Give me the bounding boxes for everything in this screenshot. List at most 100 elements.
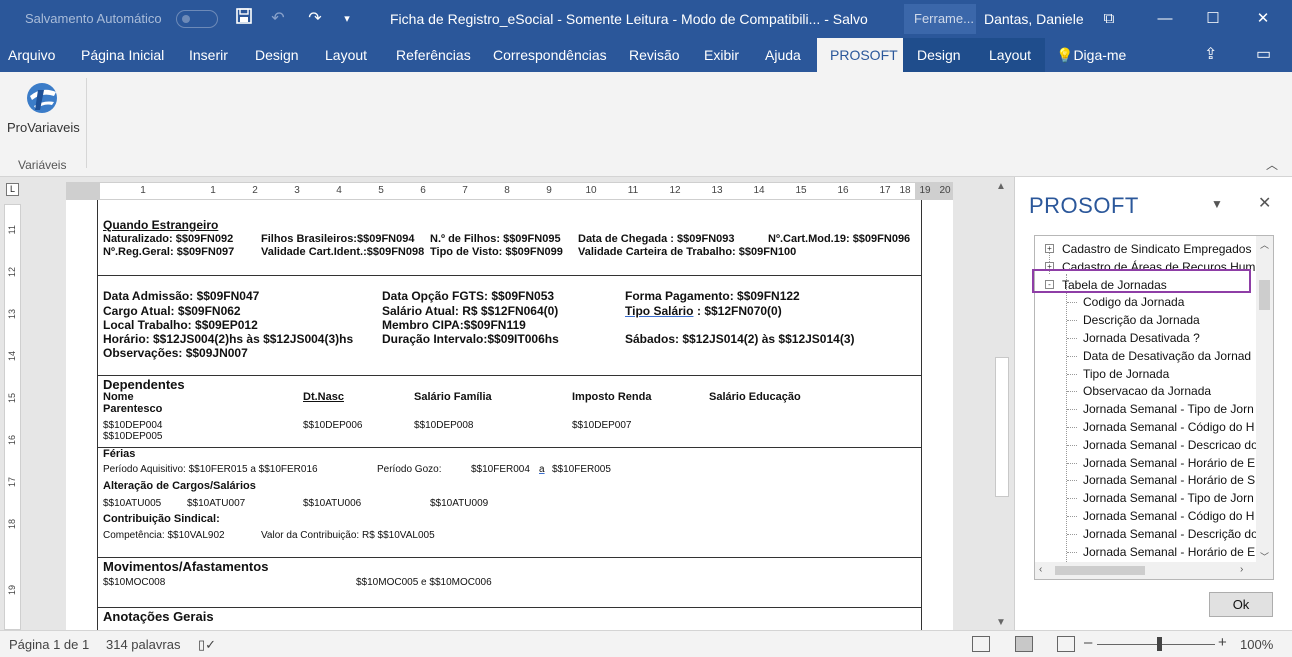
tree-item-label: Jornada Semanal - Tipo de Jorn [1083, 491, 1254, 506]
customize-qat-icon[interactable]: ▾ [336, 8, 358, 30]
ruler-number: 13 [711, 185, 723, 196]
tree-item-label: Jornada Semanal - Horário de E [1083, 544, 1256, 559]
read-mode-icon[interactable] [972, 636, 990, 652]
tab-correspondencias[interactable]: Correspondências [493, 38, 607, 72]
collapse-ribbon-icon[interactable]: ︿ [1266, 156, 1278, 173]
tree-item[interactable]: Jornada Semanal - Tipo de Jorn [1083, 400, 1254, 418]
web-layout-icon[interactable] [1057, 636, 1075, 652]
tree-scroll-up-icon[interactable]: ︿ [1260, 238, 1269, 251]
tree-horizontal-scrollbar[interactable]: ‹ › [1035, 562, 1273, 579]
minimize-button[interactable]: — [1142, 4, 1188, 34]
tree-item[interactable]: Descrição da Jornada [1083, 311, 1200, 329]
field-valor-contribuicao: Valor da Contribuição: R$ $$10VAL005 [261, 530, 435, 541]
field-validade-trab: Validade Carteira de Trabalho: $$09FN100 [578, 246, 797, 258]
zoom-level[interactable]: 100% [1240, 637, 1273, 652]
tree-item[interactable]: Jornada Semanal - Tipo de Jorn [1083, 489, 1254, 507]
tab-revisao[interactable]: Revisão [629, 38, 680, 72]
ruler-number: 2 [252, 185, 258, 196]
ruler-number: 12 [669, 185, 681, 196]
tree-scroll-right-icon[interactable]: › [1240, 564, 1243, 575]
tab-table-design[interactable]: Design [903, 38, 975, 72]
tab-inserir[interactable]: Inserir [189, 38, 228, 72]
tree-line [1067, 551, 1077, 553]
tab-layout[interactable]: Layout [325, 38, 367, 72]
tree-item-label: Jornada Desativada ? [1083, 331, 1200, 345]
tab-ajuda[interactable]: Ajuda [765, 38, 801, 72]
field-reg-geral: Nº.Reg.Geral: $$09FN097 [103, 246, 235, 258]
tree-scroll-left-icon[interactable]: ‹ [1039, 564, 1042, 575]
col-imposto-renda: Imposto Renda [572, 391, 652, 403]
undo-icon[interactable]: ↶ [267, 8, 289, 30]
document-scrollbar[interactable]: ▲ ▼ [991, 177, 1014, 630]
tree-line [1067, 480, 1077, 482]
tree-line [1067, 373, 1077, 375]
tree-item-label: Jornada Semanal - Código do H [1083, 420, 1255, 434]
tab-pagina-inicial[interactable]: Página Inicial [81, 38, 164, 72]
close-button[interactable]: ✕ [1240, 4, 1286, 34]
ok-button[interactable]: Ok [1209, 592, 1273, 617]
maximize-button[interactable]: ☐ [1190, 4, 1236, 34]
tree-scroll-thumb[interactable] [1259, 280, 1270, 310]
tab-table-layout[interactable]: Layout [975, 38, 1046, 72]
tab-referencias[interactable]: Referências [396, 38, 471, 72]
word-count[interactable]: 314 palavras [106, 637, 180, 652]
ruler-number: 12 [7, 267, 17, 278]
title-bar: Salvamento Automático ↶ ↷ ▾ Ficha de Reg… [0, 0, 1292, 38]
horizontal-ruler[interactable]: 1 1 2 3 4 5 6 7 8 9 10 11 12 13 14 15 16… [66, 182, 953, 200]
tree-item[interactable]: Jornada Semanal - Código do H [1083, 418, 1254, 436]
comments-icon[interactable]: ▭ [1256, 38, 1271, 72]
ruler-number: 15 [795, 185, 807, 196]
autosave-toggle[interactable] [176, 10, 218, 28]
alteracao-title: Alteração de Cargos/Salários [103, 480, 256, 492]
tree-item[interactable]: Jornada Semanal - Descricao do [1083, 436, 1258, 454]
zoom-slider-thumb[interactable] [1157, 637, 1162, 651]
page-count[interactable]: Página 1 de 1 [9, 637, 89, 652]
vertical-ruler[interactable]: 11 12 13 14 15 16 17 18 19 [4, 204, 21, 630]
save-icon[interactable] [233, 8, 255, 30]
tree-item[interactable]: Data de Desativação da Jornad [1083, 347, 1251, 365]
redo-icon[interactable]: ↷ [304, 8, 326, 30]
tree-vertical-scrollbar[interactable]: ︿ ﹀ [1256, 236, 1273, 564]
tree-line [1067, 444, 1077, 446]
val-salario-familia: $$10DEP008 [414, 420, 474, 431]
proofing-icon[interactable]: ▯✓ [198, 637, 216, 653]
tree-hscroll-thumb[interactable] [1055, 566, 1145, 575]
tab-exibir[interactable]: Exibir [704, 38, 739, 72]
zoom-in-icon[interactable]: + [1218, 634, 1227, 651]
zoom-slider[interactable] [1097, 644, 1215, 645]
tree-item-label: Observacao da Jornada [1083, 384, 1212, 399]
tree-line [1067, 498, 1077, 500]
scroll-down-icon[interactable]: ▼ [996, 617, 1006, 628]
user-name[interactable]: Dantas, Daniele [984, 11, 1084, 27]
tree-item[interactable]: Codigo da Jornada [1083, 293, 1184, 311]
ruler-number: 7 [462, 185, 468, 196]
tab-selector[interactable]: L [6, 183, 19, 196]
scroll-thumb[interactable] [995, 357, 1009, 497]
tab-design[interactable]: Design [255, 38, 299, 72]
tree-item[interactable]: Jornada Semanal - Horário de S [1083, 471, 1255, 489]
tree-item[interactable]: Jornada Desativada ? [1083, 329, 1200, 347]
print-layout-icon[interactable] [1015, 636, 1033, 652]
zoom-out-icon[interactable]: – [1084, 634, 1092, 651]
tree-item[interactable]: Jornada Semanal - Horário de E [1083, 543, 1255, 561]
pane-options-icon[interactable]: ▼ [1211, 197, 1223, 211]
ruler-number: 1 [140, 185, 146, 196]
field-naturalizado: Naturalizado: $$09FN092 [103, 233, 234, 245]
tree-item[interactable]: Jornada Semanal - Código do H [1083, 507, 1254, 525]
tab-prosoft[interactable]: PROSOFT [817, 38, 911, 72]
tree-item[interactable]: Observacao da Jornada [1083, 382, 1211, 400]
ribbon-display-options-icon[interactable]: ⧉ [1086, 4, 1132, 34]
share-icon[interactable]: ⇪ [1204, 38, 1217, 72]
tree-item[interactable]: Tipo de Jornada [1083, 365, 1169, 383]
expand-icon[interactable]: + [1045, 244, 1054, 253]
pane-close-icon[interactable]: ✕ [1258, 193, 1271, 213]
tree-line [1067, 320, 1077, 322]
field-horario: Horário: $$12JS004(2)hs às $$12JS004(3)h… [103, 332, 354, 346]
tree-item[interactable]: Jornada Semanal - Horário de E [1083, 454, 1255, 472]
tree-item[interactable]: Cadastro de Sindicato Empregados [1062, 240, 1251, 258]
tab-tell-me[interactable]: 💡Diga-me [1056, 38, 1126, 72]
document-page[interactable]: Quando Estrangeiro Naturalizado: $$09FN0… [66, 200, 953, 630]
tree-item[interactable]: Jornada Semanal - Descrição do [1083, 525, 1258, 543]
tab-arquivo[interactable]: Arquivo [8, 38, 55, 72]
scroll-up-icon[interactable]: ▲ [996, 181, 1006, 192]
